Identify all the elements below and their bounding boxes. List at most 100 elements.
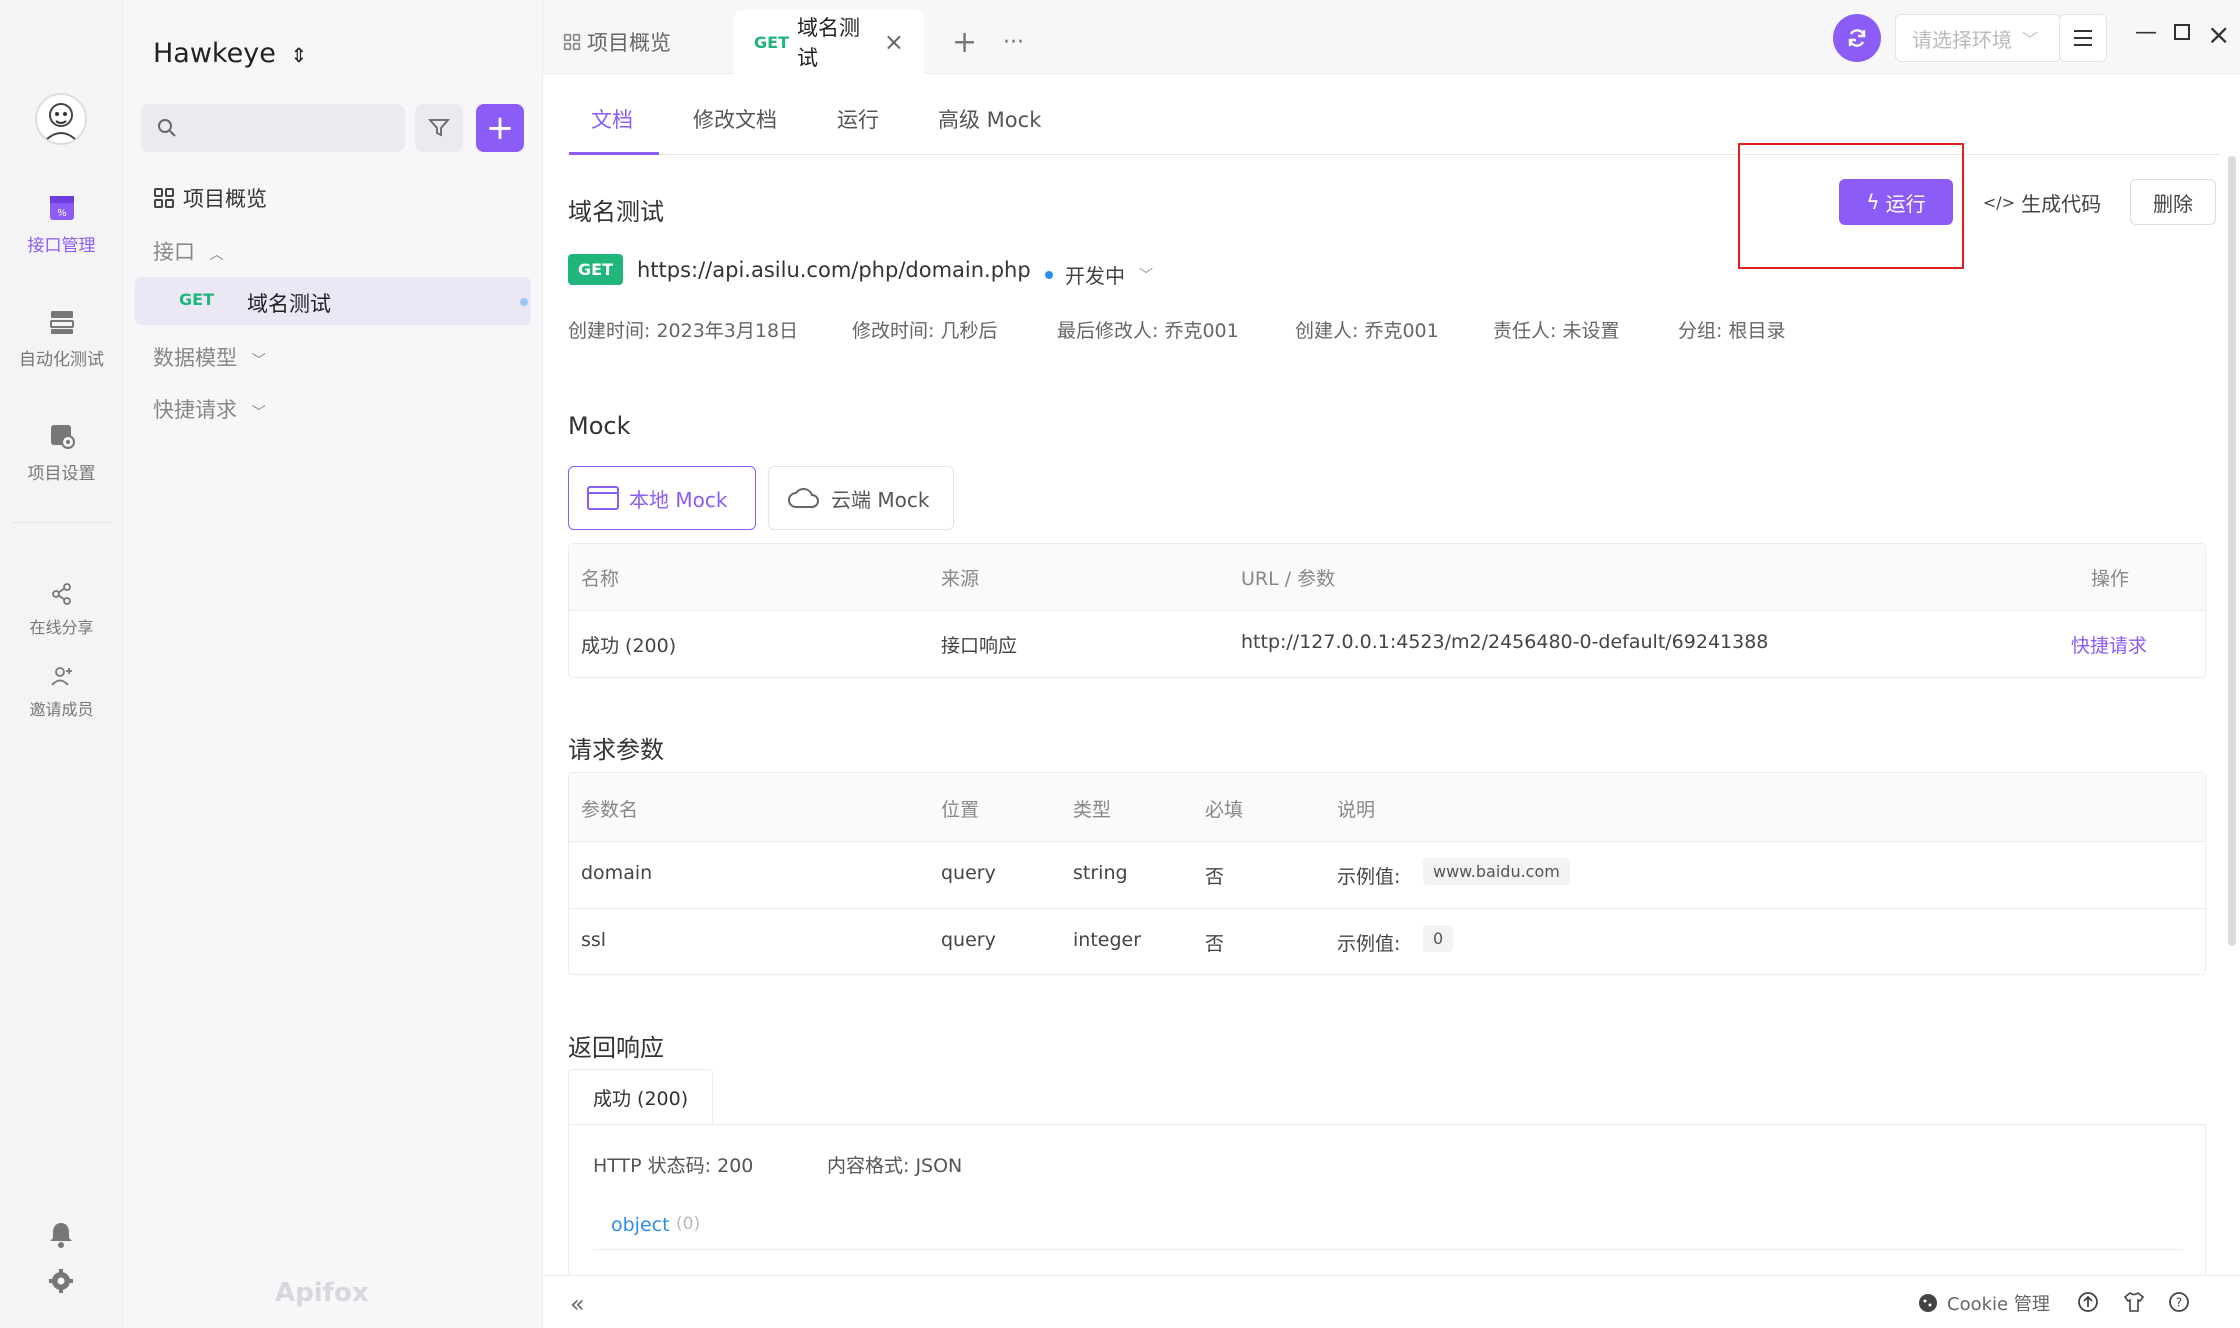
sync-button[interactable] (1833, 14, 1881, 62)
subtab-doc[interactable]: 文档 (591, 104, 633, 134)
table-header: 参数名 位置 类型 必填 说明 (569, 773, 2205, 841)
shirt-icon[interactable] (2123, 1291, 2145, 1318)
apifox-watermark: Apifox (275, 1278, 369, 1308)
notification-bell-icon[interactable] (48, 1220, 74, 1253)
svg-text:?: ? (2176, 1296, 2182, 1310)
api-tree-sidebar: Hawkeye ⇕ + 项目概览 接口 ︿ GET 域名测试 数据模型 ﹀ 快捷… (123, 0, 543, 1328)
meta-modified: 修改时间: 几秒后 (852, 320, 998, 342)
api-management-icon: % (49, 196, 74, 220)
sidebar-group-quick-request[interactable]: 快捷请求 ﹀ (153, 394, 266, 424)
rail-divider (12, 522, 112, 523)
sidebar-group-api[interactable]: 接口 ︿ (153, 236, 224, 266)
response-tab-200[interactable]: 成功 (200) (568, 1069, 714, 1125)
table-row: domain query string 否 示例值: www.baidu.com (569, 842, 2205, 908)
rail-invite-members[interactable]: 邀请成员 (0, 664, 123, 720)
delete-button[interactable]: 删除 (2130, 179, 2216, 225)
maximize-button[interactable] (2173, 22, 2191, 47)
param-type: string (1073, 862, 1128, 884)
schema-count: (0) (676, 1214, 701, 1234)
rail-automation-test[interactable]: 自动化测试 (0, 307, 123, 370)
rail-project-settings[interactable]: 项目设置 (0, 421, 123, 484)
sidebar-group-data-model[interactable]: 数据模型 ﹀ (153, 342, 266, 372)
subtab-run[interactable]: 运行 (837, 104, 879, 134)
api-title: 域名测试 (568, 198, 664, 226)
project-settings-icon (50, 425, 75, 449)
close-icon[interactable]: × (884, 28, 904, 56)
param-required: 否 (1205, 933, 1225, 955)
more-tabs-button[interactable]: ··· (983, 10, 1044, 74)
chevron-down-icon: ﹀ (1139, 267, 1153, 284)
run-label: 运行 (1885, 191, 1926, 216)
status-dot (1045, 270, 1053, 279)
column-header: 位置 (941, 799, 980, 821)
sidebar-group-label: 数据模型 (153, 346, 237, 370)
cookie-manager-button[interactable]: Cookie 管理 (1917, 1290, 2050, 1316)
table-row: 成功 (200) 接口响应 http://127.0.0.1:4523/m2/2… (569, 611, 2205, 677)
generate-code-button[interactable]: </> 生成代码 (1967, 179, 2117, 225)
environment-select[interactable]: 请选择环境 ﹀ (1895, 14, 2061, 62)
filter-button[interactable] (415, 104, 463, 152)
browser-icon (587, 486, 619, 510)
mock-source: 接口响应 (941, 635, 1018, 657)
rail-api-management[interactable]: % 接口管理 (0, 193, 123, 256)
tab-local-mock[interactable]: 本地 Mock (568, 466, 756, 530)
close-icon: × (2207, 18, 2231, 51)
tab-label: 域名测试 (796, 16, 860, 70)
chevron-down-icon: ﹀ (2022, 30, 2039, 49)
response-body: HTTP 状态码: 200 内容格式: JSON object (0) (568, 1124, 2206, 1275)
tab-overview[interactable]: 项目概览 (543, 10, 691, 74)
help-icon[interactable]: ? (2168, 1291, 2190, 1318)
mock-name: 成功 (200) (581, 635, 677, 657)
rail-label: 邀请成员 (29, 700, 94, 719)
tree-search-input[interactable] (141, 104, 405, 152)
subtab-edit-doc[interactable]: 修改文档 (693, 104, 777, 134)
param-location: query (941, 862, 996, 884)
meta-last-modifier: 最后修改人: 乔克001 (1057, 320, 1239, 342)
example-label: 示例值: (1337, 933, 1401, 955)
subtab-advanced-mock[interactable]: 高级 Mock (938, 104, 1041, 134)
sidebar-group-label: 接口 (153, 240, 195, 264)
hamburger-icon (2074, 30, 2092, 46)
add-api-button[interactable]: + (476, 104, 524, 152)
collapse-sidebar-button[interactable]: « (570, 1290, 585, 1318)
sidebar-item-active-api[interactable]: GET 域名测试 (135, 277, 531, 325)
param-name: domain (581, 862, 653, 884)
user-avatar[interactable] (35, 93, 87, 145)
tab-active-api[interactable]: GET 域名测试 × (734, 10, 924, 74)
quick-request-link[interactable]: 快捷请求 (2071, 631, 2147, 658)
cookie-label: Cookie 管理 (1947, 1294, 2050, 1315)
rail-online-share[interactable]: 在线分享 (0, 582, 123, 638)
method-badge: GET (754, 32, 789, 52)
settings-gear-icon[interactable] (48, 1268, 74, 1299)
rail-label: 自动化测试 (19, 350, 104, 370)
params-heading: 请求参数 (568, 736, 664, 764)
column-header: 参数名 (581, 799, 639, 821)
sidebar-item-overview[interactable]: 项目概览 (153, 183, 267, 213)
table-row: ssl query integer 否 示例值: 0 (569, 909, 2205, 975)
tab-bar: 项目概览 GET 域名测试 × + ··· 请选择环境 ﹀ — × (543, 0, 2240, 74)
chevron-up-icon: ︿ (209, 247, 224, 263)
rail-label: 在线分享 (29, 618, 94, 637)
chevron-down-icon: ﹀ (251, 405, 266, 421)
close-window-button[interactable]: × (2207, 18, 2230, 51)
content-type: 内容格式: JSON (827, 1155, 963, 1177)
plus-icon: + (952, 24, 978, 60)
mock-url[interactable]: http://127.0.0.1:4523/m2/2456480-0-defau… (1241, 631, 1768, 653)
run-button[interactable]: ϟ 运行 (1839, 179, 1953, 225)
status-select[interactable]: 开发中 ﹀ (1045, 260, 1153, 289)
tab-cloud-mock[interactable]: 云端 Mock (768, 466, 954, 530)
meta-created: 创建时间: 2023年3月18日 (568, 320, 799, 342)
svg-text:%: % (57, 208, 67, 219)
schema-type: object (611, 1214, 670, 1236)
param-example: 0 (1423, 925, 1454, 952)
automation-test-icon (49, 311, 74, 334)
filter-icon (428, 119, 450, 137)
menu-button[interactable] (2059, 14, 2107, 62)
double-chevron-left-icon: « (570, 1290, 585, 1318)
vertical-scrollbar[interactable] (2228, 156, 2236, 946)
minimize-button[interactable]: — (2135, 20, 2157, 45)
column-header: 说明 (1337, 799, 1376, 821)
column-header: URL / 参数 (1241, 568, 1336, 590)
upload-icon[interactable] (2077, 1291, 2099, 1318)
project-switcher[interactable]: Hawkeye ⇕ (153, 38, 307, 69)
